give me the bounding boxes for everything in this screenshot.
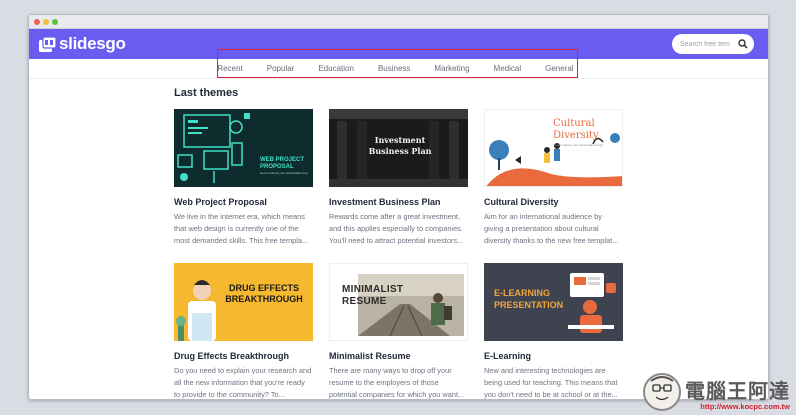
theme-thumbnail[interactable]: DRUG EFFECTS BREAKTHROUGH [174, 263, 313, 341]
thumbnail-subtitle: Here is where your presentation begins [260, 172, 308, 175]
theme-description: There are many ways to drop off your res… [329, 366, 465, 399]
theme-card[interactable]: MINIMALIST RESUME Minimalist Resume Ther… [329, 263, 468, 399]
search-input[interactable] [680, 40, 730, 48]
thumbnail-title: Cultural Diversity [553, 118, 599, 141]
maximize-window-button[interactable] [52, 18, 58, 25]
theme-thumbnail[interactable]: Cultural Diversity Here is where your pr… [484, 109, 623, 187]
theme-thumbnail[interactable]: Investment Business Plan [329, 109, 468, 187]
main-content: Last themes WEB PROJECT PROPOSAL Here is… [29, 87, 768, 399]
minimize-window-button[interactable] [43, 18, 49, 25]
watermark-text: 電腦王阿達 [685, 379, 790, 403]
theme-thumbnail[interactable]: E-LEARNING PRESENTATION [484, 263, 623, 341]
theme-title[interactable]: Web Project Proposal [174, 197, 313, 207]
theme-description: Aim for an international audience by giv… [484, 212, 619, 245]
theme-card[interactable]: Investment Business Plan Investment Busi… [329, 109, 468, 247]
theme-thumbnail[interactable]: WEB PROJECT PROPOSAL Here is where your … [174, 109, 313, 187]
search-box[interactable] [672, 34, 754, 54]
thumbnail-title: Investment Business Plan [368, 135, 432, 156]
theme-title[interactable]: Investment Business Plan [329, 197, 468, 207]
theme-description: Rewards come after a great investment, a… [329, 212, 464, 245]
theme-card[interactable]: DRUG EFFECTS BREAKTHROUGH Drug Effects B… [174, 263, 313, 399]
thumbnail-title: DRUG EFFECTS BREAKTHROUGH [225, 283, 303, 304]
search-icon[interactable] [738, 39, 748, 49]
theme-card[interactable]: Cultural Diversity Here is where your pr… [484, 109, 623, 247]
mascot-icon [643, 373, 681, 411]
window-titlebar [29, 15, 768, 29]
site-logo[interactable]: slidesgo [39, 34, 126, 54]
web-project-illustration [177, 113, 250, 183]
watermark: 電腦王阿達 http://www.kocpc.com.tw [643, 373, 790, 411]
highlight-box [217, 49, 578, 78]
theme-description: Do you need to explain your research and… [174, 366, 312, 399]
theme-title[interactable]: Drug Effects Breakthrough [174, 351, 313, 361]
theme-description: New and interesting technologies are bei… [484, 366, 618, 399]
theme-grid: WEB PROJECT PROPOSAL Here is where your … [174, 109, 768, 399]
theme-description: We live in the internet era, which means… [174, 212, 309, 245]
theme-thumbnail[interactable]: MINIMALIST RESUME [329, 263, 468, 341]
thumbnail-title: E-LEARNING PRESENTATION [494, 288, 564, 310]
browser-window: slidesgo Recent Popular Education Busine… [28, 14, 769, 400]
thumbnail-title: WEB PROJECT PROPOSAL [260, 157, 305, 170]
thumbnail-subtitle: Here is where your presentation begins [553, 143, 603, 147]
theme-title[interactable]: Minimalist Resume [329, 351, 468, 361]
thumbnail-title: MINIMALIST RESUME [342, 284, 404, 307]
theme-card[interactable]: E-LEARNING PRESENTATION E-Learning New a… [484, 263, 623, 399]
theme-title[interactable]: E-Learning [484, 351, 623, 361]
brand-name: slidesgo [59, 34, 126, 53]
theme-card[interactable]: WEB PROJECT PROPOSAL Here is where your … [174, 109, 313, 247]
watermark-url: http://www.kocpc.com.tw [700, 402, 790, 411]
theme-title[interactable]: Cultural Diversity [484, 197, 623, 207]
section-title: Last themes [174, 87, 239, 99]
close-window-button[interactable] [34, 18, 40, 25]
slidesgo-logo-icon [39, 36, 56, 52]
